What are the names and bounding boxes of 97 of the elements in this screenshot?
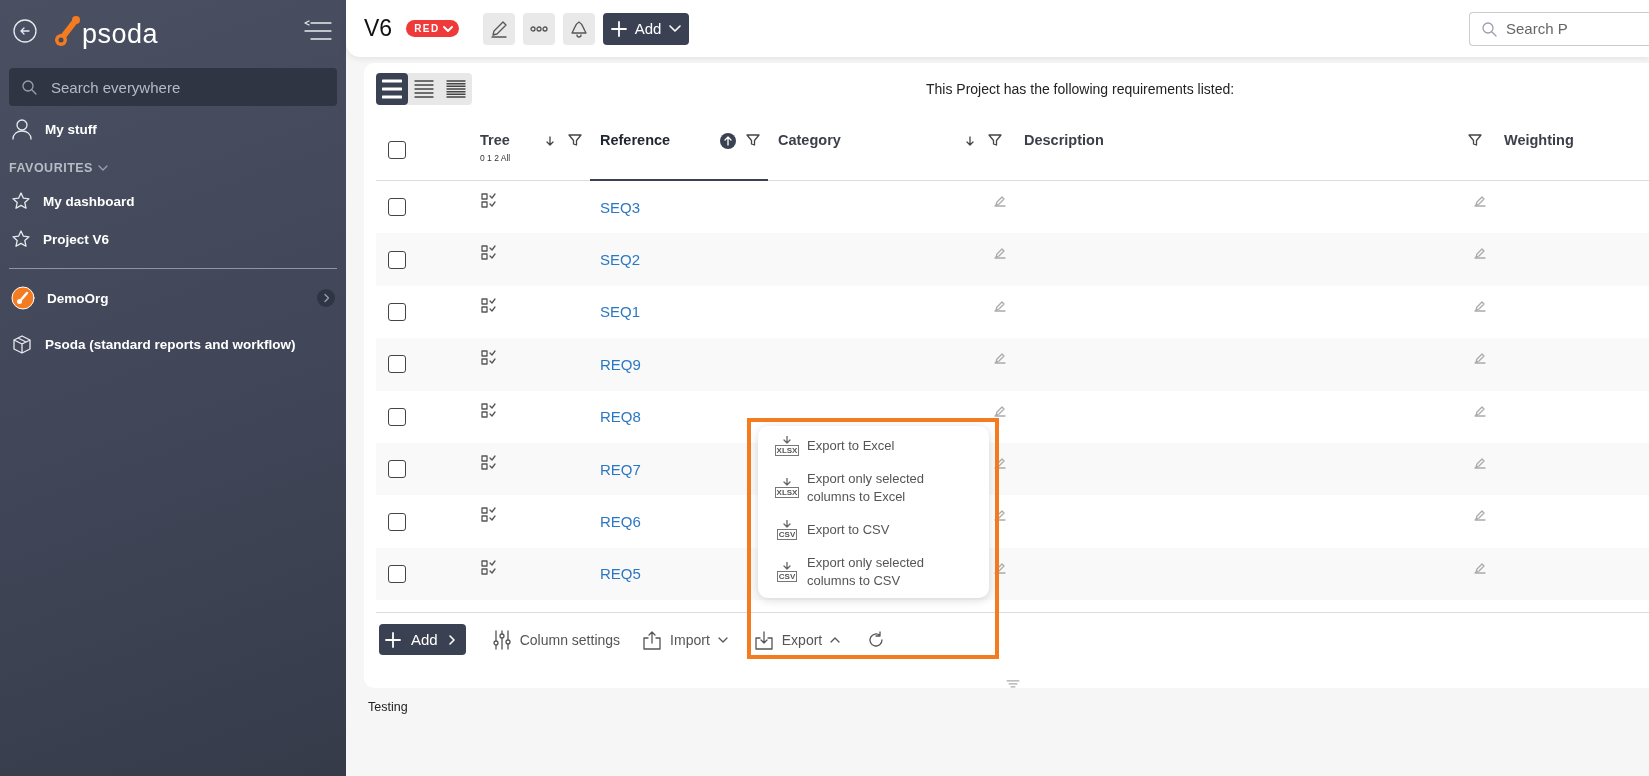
resize-handle-icon[interactable]	[1005, 680, 1020, 688]
checklist-icon[interactable]	[481, 245, 497, 262]
more-button[interactable]	[522, 12, 555, 45]
download-arrow-icon	[782, 478, 792, 487]
search-icon	[21, 79, 37, 95]
person-icon	[11, 118, 33, 140]
sidebar-item[interactable]: My stuff	[9, 110, 337, 148]
filter-icon[interactable]	[988, 133, 1002, 147]
import-button[interactable]: Import	[642, 629, 728, 650]
download-arrow-icon	[782, 520, 792, 529]
reference-link[interactable]: REQ5	[590, 565, 641, 583]
file-format-label: XLSX	[774, 445, 800, 456]
organisation-item[interactable]: Psoda (standard reports and workflow)	[9, 321, 337, 367]
rows-icon	[414, 79, 434, 99]
favourites-toggle[interactable]: FAVOURITES	[9, 148, 337, 182]
logo-text: psoda	[82, 20, 159, 48]
favourite-item[interactable]: My dashboard	[9, 182, 337, 220]
chevron-icon	[447, 633, 456, 646]
notification-button[interactable]	[562, 12, 595, 45]
row-checkbox[interactable]	[388, 407, 406, 426]
checklist-icon[interactable]	[481, 507, 497, 524]
upload-icon	[642, 629, 663, 650]
expand-chevron-icon[interactable]	[317, 289, 335, 307]
checklist-icon[interactable]	[481, 350, 497, 367]
export-button[interactable]: Export	[753, 629, 841, 650]
chevron-icon	[669, 24, 682, 33]
column-header[interactable]: Tree	[480, 132, 511, 148]
column-header[interactable]: Reference	[600, 132, 671, 148]
menu-item[interactable]: XLSX Export to Excel	[774, 436, 975, 456]
column-header[interactable]: Weighting	[1504, 132, 1574, 148]
organisation-item[interactable]: DemoOrg	[9, 275, 337, 321]
checklist-icon[interactable]	[481, 193, 497, 209]
search-field[interactable]: Search P	[1469, 11, 1649, 46]
filter-icon[interactable]	[1468, 133, 1482, 147]
add-button[interactable]: Add	[602, 12, 690, 45]
row-checkbox[interactable]	[388, 460, 406, 479]
row-checkbox[interactable]	[388, 564, 406, 583]
search-icon	[1481, 20, 1497, 37]
bell-icon	[569, 19, 588, 38]
favourite-item[interactable]: Project V6	[9, 220, 337, 258]
reference-link[interactable]: REQ9	[590, 355, 641, 373]
density-button[interactable]	[376, 73, 408, 105]
reference-link[interactable]: REQ7	[590, 460, 641, 478]
file-format-label: XLSX	[774, 487, 800, 498]
column-header[interactable]: Description	[1024, 132, 1104, 148]
reference-link[interactable]: REQ6	[590, 513, 641, 531]
checklist-icon[interactable]	[481, 454, 497, 471]
collapse-menu-icon[interactable]	[303, 20, 333, 42]
sliders-icon	[491, 629, 512, 650]
checklist-icon[interactable]	[481, 402, 497, 419]
filter-icon[interactable]	[568, 133, 582, 147]
table-caption: This Project has the following requirements listed:	[926, 81, 1235, 97]
filter-icon[interactable]	[746, 133, 760, 147]
row-checkbox[interactable]	[388, 512, 406, 531]
column-header[interactable]: Category	[778, 132, 841, 148]
menu-item[interactable]: CSV Export only selected columns to CSV	[774, 554, 975, 590]
plus-icon	[385, 631, 401, 648]
menu-item[interactable]: CSV Export to CSV	[774, 520, 975, 540]
plus-icon	[610, 20, 627, 37]
star-icon	[11, 191, 31, 211]
download-icon	[753, 629, 774, 650]
download-arrow-icon	[782, 436, 792, 445]
pencil-icon	[489, 19, 508, 38]
checklist-icon[interactable]	[481, 559, 497, 576]
organisation-logo-icon	[11, 286, 35, 310]
star-icon	[11, 229, 31, 249]
project-title: V6	[364, 15, 393, 42]
menu-item[interactable]: XLSX Export only selected columns to Excel	[774, 470, 975, 506]
checklist-icon[interactable]	[481, 297, 497, 314]
edit-button[interactable]	[482, 12, 515, 45]
select-all-checkbox[interactable]	[388, 140, 406, 159]
chevron-icon	[717, 635, 728, 644]
file-format-label: CSV	[776, 571, 798, 582]
sort-icon[interactable]	[720, 133, 736, 149]
box-icon	[11, 333, 33, 355]
psoda-logo-icon	[52, 14, 82, 48]
download-arrow-icon	[782, 562, 792, 571]
row-checkbox[interactable]	[388, 250, 406, 269]
file-format-label: CSV	[776, 529, 798, 540]
rows-icon	[382, 79, 402, 99]
chevron-icon	[830, 635, 841, 644]
row-checkbox[interactable]	[388, 355, 406, 374]
reference-link[interactable]: SEQ2	[590, 251, 641, 269]
tree-level-links[interactable]: 0 1 2 All	[480, 153, 511, 163]
status-badge[interactable]: RED	[406, 20, 459, 37]
rows-icon	[446, 79, 466, 99]
chevron-icon	[442, 24, 453, 33]
reference-link[interactable]: SEQ3	[590, 198, 641, 216]
reference-link[interactable]: REQ8	[590, 408, 641, 426]
row-checkbox[interactable]	[388, 198, 406, 217]
footer-text: Testing	[368, 700, 408, 714]
column-settings-button[interactable]: Column settings	[491, 629, 621, 650]
reference-link[interactable]: SEQ1	[590, 303, 641, 321]
row-checkbox[interactable]	[388, 302, 406, 321]
search-field[interactable]: Search everywhere	[9, 68, 337, 106]
add-button[interactable]: Add	[379, 624, 466, 656]
dots-icon	[529, 24, 548, 33]
